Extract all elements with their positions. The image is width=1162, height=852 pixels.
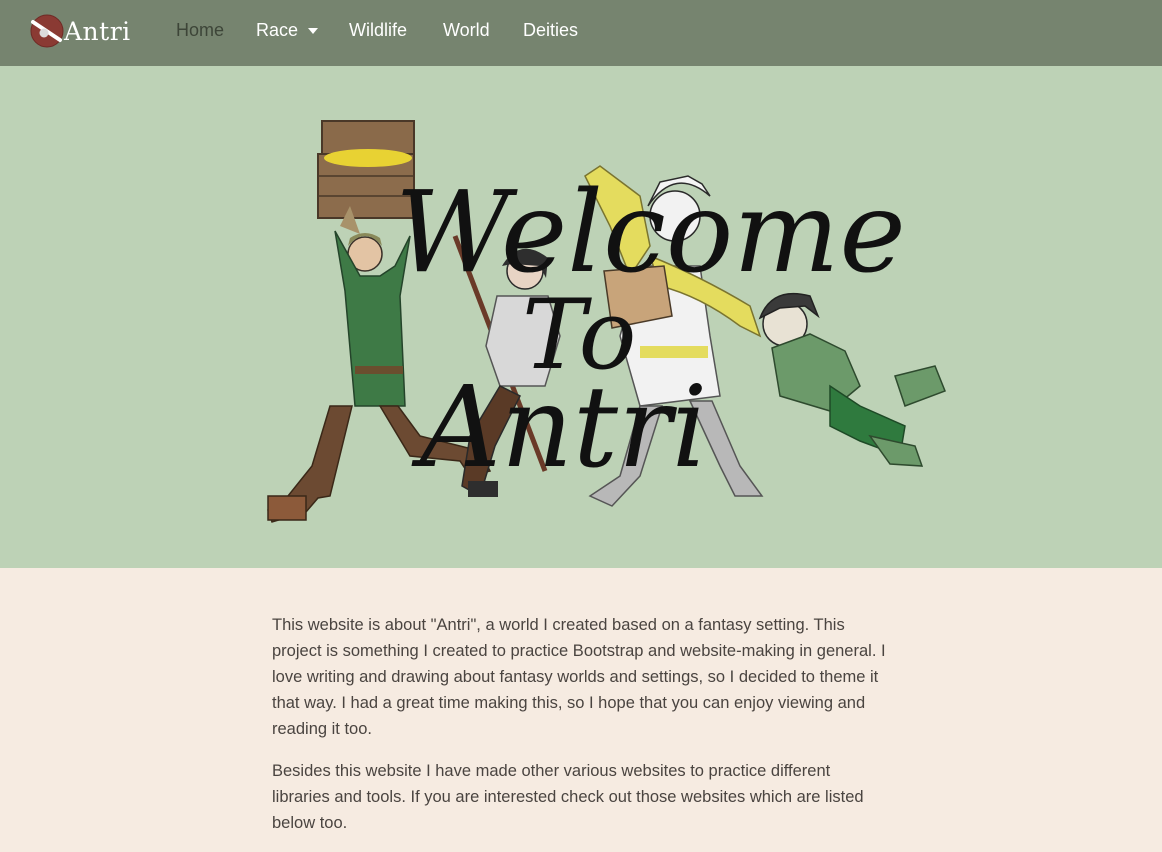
intro-content: This website is about "Antri", a world I…: [272, 612, 892, 852]
nav-race-dropdown[interactable]: Race: [256, 20, 319, 41]
nav-world[interactable]: World: [443, 20, 490, 41]
nav-deities[interactable]: Deities: [523, 20, 578, 41]
caret-down-icon: [308, 27, 319, 34]
hero-title-line-1: Welcome: [395, 168, 906, 298]
hero-illustration: Welcome To Antri: [267, 120, 946, 523]
intro-paragraph-1: This website is about "Antri", a world I…: [272, 616, 886, 738]
brand-link[interactable]: Antri: [30, 14, 131, 48]
antri-logo-icon: [30, 14, 64, 48]
nav-wildlife[interactable]: Wildlife: [349, 20, 407, 41]
nav-home-label: Home: [176, 20, 225, 40]
navbar: Antri Home Race Wildlife World Deities: [0, 0, 1162, 66]
nav-home[interactable]: Home: [176, 20, 224, 41]
nav-deities-label: Deities: [523, 20, 579, 40]
hero-title-line-3: Antri: [411, 363, 707, 493]
nav-race-label: Race: [256, 20, 299, 40]
nav-world-label: World: [443, 20, 490, 40]
hero-banner: Welcome To Antri: [0, 66, 1162, 568]
brand-name: Antri: [64, 16, 131, 46]
green-clad-character-illustration: [758, 292, 946, 467]
intro-paragraph-2: Besides this website I have made other v…: [272, 762, 864, 832]
nav-wildlife-label: Wildlife: [349, 20, 408, 40]
